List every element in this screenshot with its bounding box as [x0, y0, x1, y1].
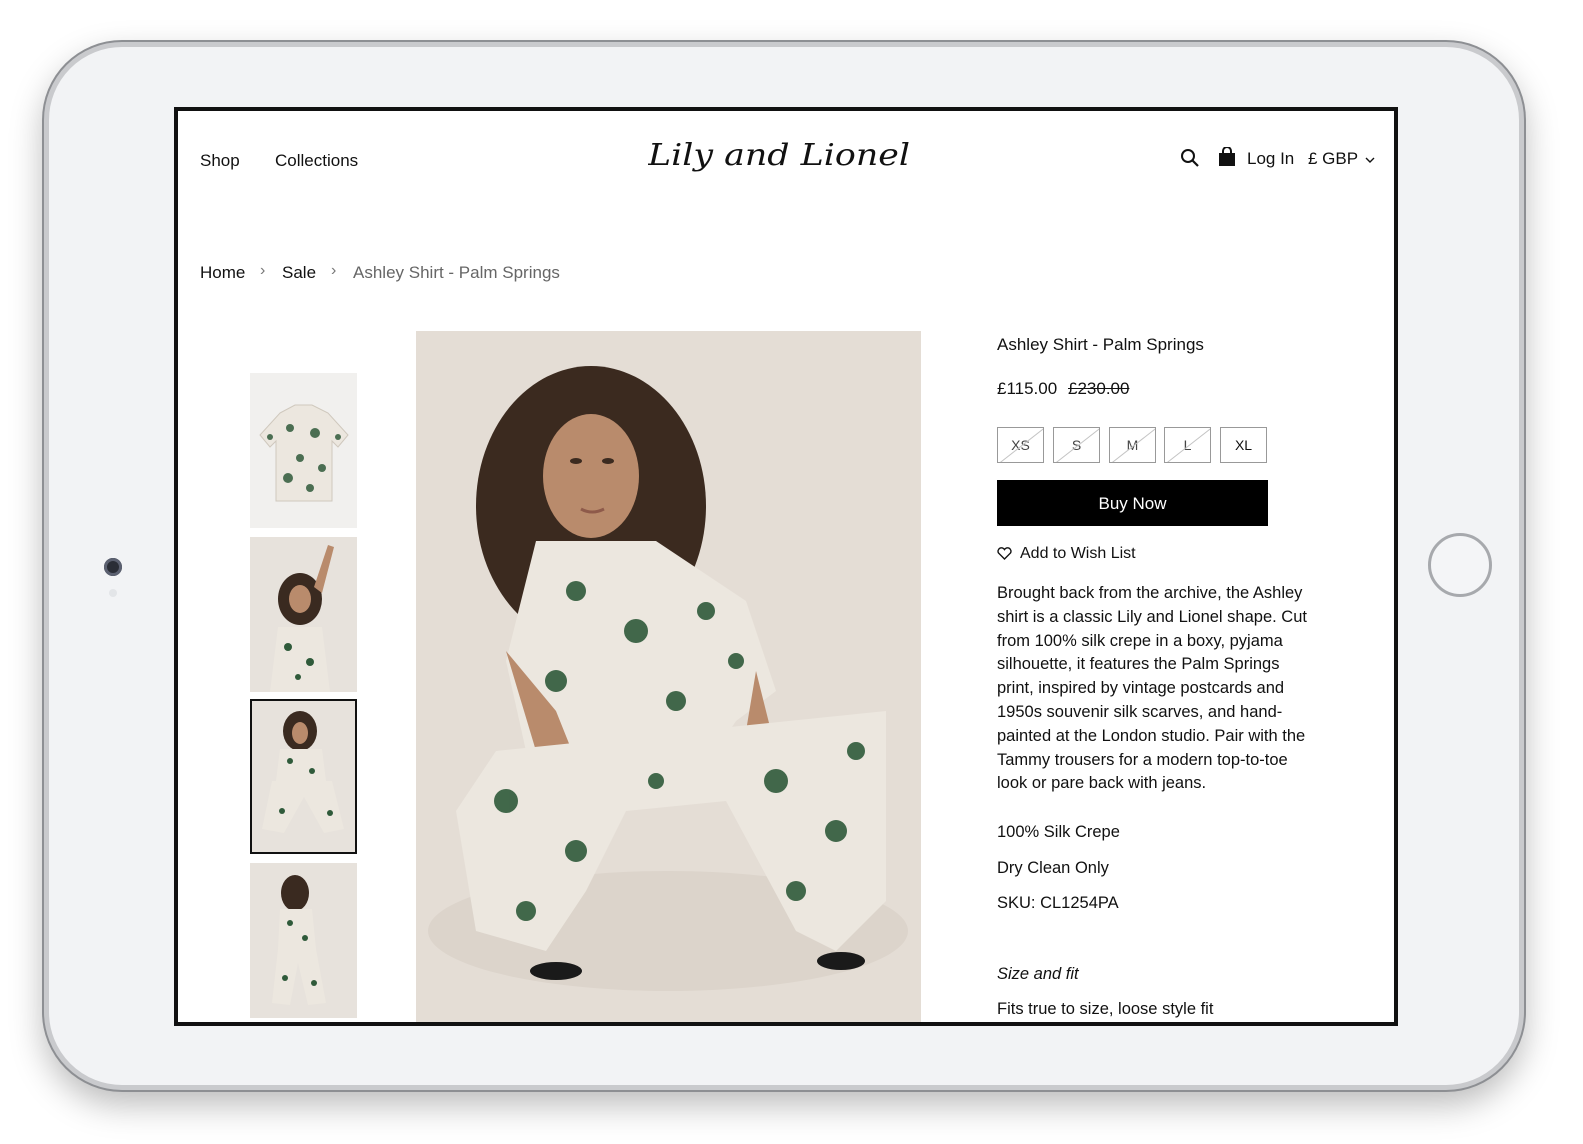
size-label: XS: [1011, 437, 1030, 453]
screen: Shop Collections Lily and Lionel Log In …: [174, 107, 1398, 1026]
thumbnail-pose-back[interactable]: [250, 863, 357, 1018]
size-option-l[interactable]: L: [1164, 427, 1211, 463]
search-icon[interactable]: [1180, 148, 1200, 173]
size-label: S: [1071, 437, 1082, 453]
breadcrumb-home[interactable]: Home: [200, 263, 245, 283]
home-button[interactable]: [1428, 533, 1492, 597]
bag-icon[interactable]: [1218, 146, 1236, 172]
nav-collections[interactable]: Collections: [275, 151, 358, 171]
care-instructions: Dry Clean Only: [997, 859, 1109, 877]
sku: SKU: CL1254PA: [997, 894, 1119, 912]
size-fit-text: Fits true to size, loose style fit: [997, 1000, 1214, 1018]
login-link[interactable]: Log In: [1247, 149, 1294, 169]
wishlist-label: Add to Wish List: [1020, 545, 1136, 562]
product-description: Brought back from the archive, the Ashle…: [997, 584, 1307, 793]
original-price: £230.00: [1068, 379, 1130, 398]
buy-now-button[interactable]: Buy Now: [997, 480, 1268, 526]
chevron-right-icon: ›: [260, 262, 266, 279]
product-title: Ashley Shirt - Palm Springs: [997, 335, 1204, 354]
size-option-s[interactable]: S: [1053, 427, 1100, 463]
thumbnail-pose-arm-up[interactable]: [250, 537, 357, 692]
thumbnail-pose-squat[interactable]: [250, 699, 357, 854]
currency-selector[interactable]: £ GBP: [1308, 149, 1375, 169]
material: 100% Silk Crepe: [997, 823, 1120, 841]
nav-shop[interactable]: Shop: [200, 151, 240, 171]
breadcrumb-sale[interactable]: Sale: [282, 263, 316, 283]
sensor: [109, 589, 117, 597]
breadcrumb-current: Ashley Shirt - Palm Springs: [353, 263, 560, 282]
thumbnail-shirt[interactable]: [250, 373, 357, 528]
logo[interactable]: Lily and Lionel: [647, 129, 918, 181]
size-label: L: [1183, 437, 1192, 453]
size-option-xl[interactable]: XL: [1220, 427, 1267, 463]
size-label: XL: [1234, 437, 1253, 453]
currency-label: £ GBP: [1308, 149, 1358, 168]
chevron-right-icon: ›: [331, 262, 337, 279]
chevron-down-icon: [1365, 157, 1375, 163]
size-option-m[interactable]: M: [1109, 427, 1156, 463]
size-fit-heading: Size and fit: [997, 965, 1079, 983]
camera: [104, 558, 122, 576]
size-option-xs[interactable]: XS: [997, 427, 1044, 463]
logo-text: Lily and Lionel: [648, 138, 910, 173]
sale-price: £115.00: [997, 379, 1058, 398]
main-product-image[interactable]: [416, 331, 921, 1022]
add-to-wishlist-button[interactable]: Add to Wish List: [997, 545, 1136, 563]
heart-icon: [997, 547, 1012, 560]
size-label: M: [1126, 437, 1139, 453]
